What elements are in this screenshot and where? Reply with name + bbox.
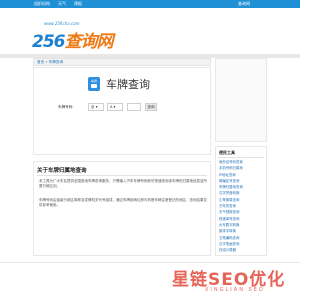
sidebar-divider [218,157,264,158]
site-logo[interactable]: www.256cha.com 256查询网 [32,21,114,52]
site-header: www.256cha.com 256查询网 [0,8,300,54]
sidebar-list: 身份证号码查询 手机号码归属地 IP地址查询 邮编区号查询 车牌归属地查询 汉字… [219,159,265,253]
sidebar-tools: 便民工具 身份证号码查询 手机号码归属地 IP地址查询 邮编区号查询 车牌归属地… [215,146,267,256]
car-icon-label: 车牌 [90,79,97,83]
tool-card: 车牌 车牌查询 车牌号码: 京 ▾ A ▾ 查询 [33,67,211,155]
sidebar-item[interactable]: 在线计算器 [219,247,265,253]
footer-divider [0,262,300,263]
letter-value: A [110,105,113,109]
article-divider [37,175,207,176]
car-shape [91,84,97,88]
breadcrumb[interactable]: 首页 » 车牌查询 [33,58,211,66]
article-paragraph-2: 车牌号码由省级行政区简称及发牌机关代号组成，通过车牌前两位即可判断车辆注册登记的… [39,198,207,207]
logo-url: www.256cha.com [44,21,80,26]
top-bar: 组织机构 天气 预报 查询网 [0,0,300,8]
article-title: 关于车牌归属地查询 [37,168,87,174]
logo-name: 查询网 [64,32,114,52]
logo-text: 256查询网 [32,27,114,52]
watermark: 星链SEO优化 XINGLIAN SEO [172,265,292,295]
watermark-en: XINGLIAN SEO [205,287,265,293]
top-link-2[interactable]: 天气 [58,1,66,6]
logo-number: 256 [32,32,65,52]
article-box: 关于车牌归属地查询 本工具为广大车友提供全国各地车牌查询服务，只需输入汽车车牌号… [33,161,211,256]
car-icon: 车牌 [88,77,100,91]
top-link-1[interactable]: 组织机构 [34,1,50,6]
search-button[interactable]: 查询 [145,103,157,111]
tool-title: 车牌查询 [106,78,150,91]
plate-number-input[interactable] [127,103,141,111]
top-right-link[interactable]: 查询网 [238,0,250,8]
province-select[interactable]: 京 ▾ [88,103,104,111]
letter-select[interactable]: A ▾ [107,103,123,111]
top-links: 组织机构 天气 预报 [34,0,90,8]
sidebar-heading: 便民工具 [219,150,235,155]
article-paragraph-1: 本工具为广大车友提供全国各地车牌查询服务，只需输入汽车车牌号码即可快速查询该车牌… [39,179,207,188]
province-value: 京 [91,105,95,109]
plate-label: 车牌号码: [58,105,74,109]
top-link-3[interactable]: 预报 [74,1,82,6]
sidebar-ad [215,58,267,142]
